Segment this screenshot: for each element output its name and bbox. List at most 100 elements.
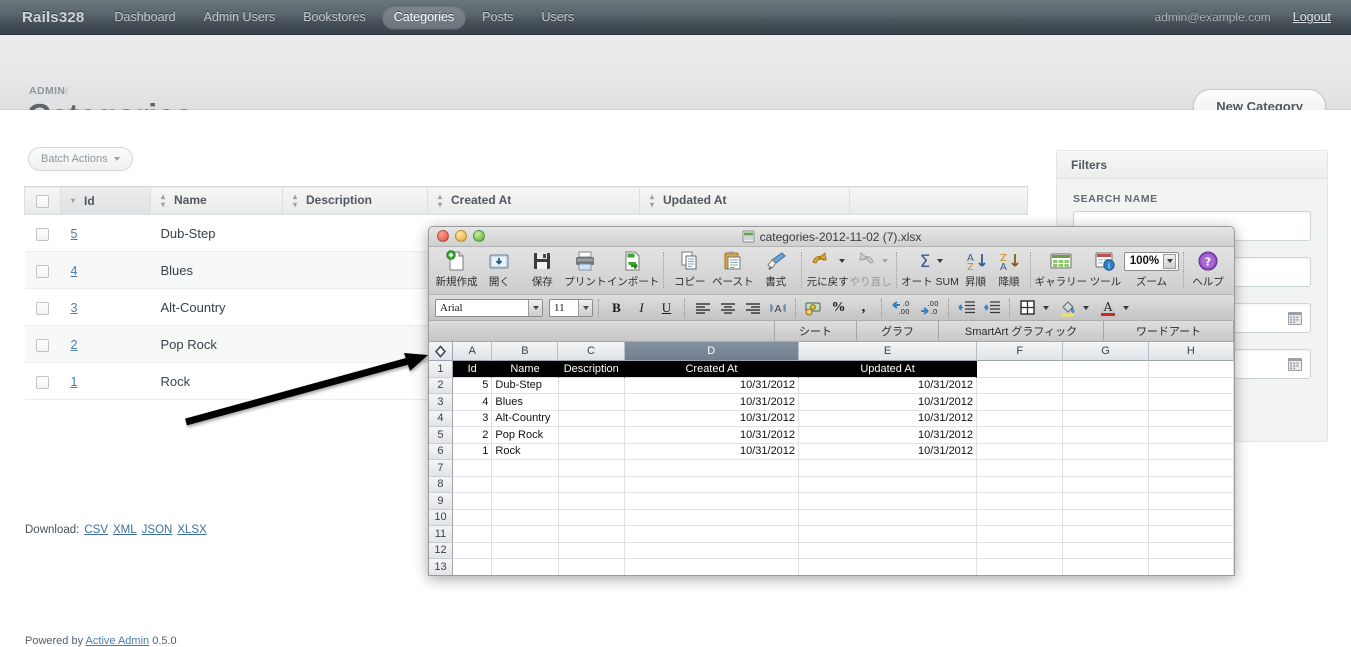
row-header-5[interactable]: 5 (429, 427, 453, 444)
cell-f4[interactable] (977, 410, 1064, 427)
cell-d14[interactable] (625, 576, 799, 577)
select-all-cells-button[interactable] (429, 342, 453, 361)
cell-b6[interactable]: Rock (492, 443, 559, 460)
cell-b11[interactable] (492, 526, 559, 543)
cell-a12[interactable] (452, 542, 493, 559)
cell-c1[interactable]: Description (558, 361, 625, 378)
align-center-icon[interactable] (715, 298, 740, 318)
underline-button[interactable]: U (654, 298, 679, 318)
logout-link[interactable]: Logout (1293, 10, 1331, 24)
tab-sheet[interactable]: シート (775, 321, 857, 341)
download-json-link[interactable]: JSON (142, 524, 173, 536)
cell-e5[interactable]: 10/31/2012 (799, 427, 978, 444)
cell-a11[interactable] (452, 526, 493, 543)
cell-e11[interactable] (799, 526, 978, 543)
cell-h1[interactable] (1148, 361, 1234, 378)
brand-logo[interactable]: Rails328 (22, 9, 84, 26)
cell-a7[interactable] (452, 460, 493, 477)
decrease-indent-icon[interactable] (954, 298, 979, 318)
spreadsheet-grid[interactable]: A B C D E F G H 1 Id Name Description Cr… (429, 342, 1234, 577)
toolbar-import[interactable]: インポート (607, 249, 659, 289)
row-header-9[interactable]: 9 (429, 493, 453, 510)
cell-e3[interactable]: 10/31/2012 (799, 394, 978, 411)
cell-e14[interactable] (799, 576, 977, 577)
row-header-12[interactable]: 12 (429, 542, 453, 559)
cell-e10[interactable] (799, 509, 978, 526)
chevron-down-icon[interactable] (578, 299, 592, 316)
cell-a9[interactable] (452, 493, 493, 510)
align-left-icon[interactable] (690, 298, 715, 318)
cell-c8[interactable] (558, 476, 625, 493)
cell-f14[interactable] (977, 576, 1063, 577)
row-header-1[interactable]: 1 (429, 361, 453, 378)
align-right-icon[interactable] (740, 298, 765, 318)
cell-h8[interactable] (1148, 476, 1234, 493)
row-header-2[interactable]: 2 (429, 377, 453, 394)
column-header-h[interactable]: H (1148, 342, 1234, 361)
toolbar-tools[interactable]: i ツール (1087, 249, 1124, 289)
row-header-14[interactable]: 14 (429, 576, 453, 577)
font-name-select[interactable]: Arial (435, 298, 543, 317)
increase-indent-icon[interactable] (979, 298, 1004, 318)
chevron-down-icon[interactable] (839, 259, 846, 263)
column-header-a[interactable]: A (452, 342, 493, 361)
cell-d1[interactable]: Created At (624, 361, 800, 378)
cell-h9[interactable] (1148, 493, 1234, 510)
fill-color-icon[interactable] (1055, 298, 1080, 318)
cell-f2[interactable] (977, 377, 1064, 394)
cell-g7[interactable] (1063, 460, 1149, 477)
cell-e4[interactable]: 10/31/2012 (799, 410, 978, 427)
column-header-f[interactable]: F (977, 342, 1064, 361)
font-color-icon[interactable]: A (1095, 298, 1120, 318)
row-checkbox[interactable] (36, 338, 49, 352)
cell-f3[interactable] (977, 394, 1064, 411)
column-header-updated-at[interactable]: ▴ ▾ Updated At (639, 186, 850, 215)
toolbar-gallery[interactable]: ギャラリー (1035, 249, 1087, 289)
cell-e2[interactable]: 10/31/2012 (799, 377, 978, 394)
tab-wordart[interactable]: ワードアート (1104, 321, 1234, 341)
tab-smartart[interactable]: SmartArt グラフィック (939, 321, 1104, 341)
text-wrap-icon[interactable]: A (765, 298, 790, 318)
cell-h7[interactable] (1148, 460, 1234, 477)
chevron-down-icon[interactable] (1163, 253, 1177, 269)
cell-d13[interactable] (624, 559, 800, 575)
cell-h14[interactable] (1149, 576, 1234, 577)
toolbar-redo[interactable]: やり直し (849, 249, 892, 289)
nav-item-users[interactable]: Users (529, 5, 586, 29)
cell-f5[interactable] (977, 427, 1064, 444)
font-size-select[interactable]: 11 (549, 298, 593, 317)
column-header-e[interactable]: E (798, 342, 978, 361)
cell-g4[interactable] (1063, 410, 1149, 427)
batch-actions-dropdown[interactable]: Batch Actions (28, 147, 133, 171)
cell-b12[interactable] (492, 542, 559, 559)
nav-item-categories[interactable]: Categories (381, 5, 467, 29)
column-header-description[interactable]: ▴ ▾ Description (282, 186, 428, 215)
cell-g3[interactable] (1063, 394, 1149, 411)
nav-item-dashboard[interactable]: Dashboard (102, 5, 187, 29)
row-header-13[interactable]: 13 (429, 559, 453, 575)
cell-b5[interactable]: Pop Rock (492, 427, 559, 444)
cell-d8[interactable] (624, 476, 800, 493)
close-icon[interactable] (437, 230, 449, 242)
column-header-g[interactable]: G (1063, 342, 1149, 361)
cell-h10[interactable] (1148, 509, 1234, 526)
column-header-created-at[interactable]: ▴ ▾ Created At (427, 186, 640, 215)
calendar-icon[interactable] (1288, 357, 1302, 371)
borders-icon[interactable] (1015, 298, 1040, 318)
cell-g11[interactable] (1063, 526, 1149, 543)
cell-g14[interactable] (1063, 576, 1148, 577)
chevron-down-icon[interactable] (1123, 305, 1129, 310)
cell-c13[interactable] (558, 559, 625, 575)
cell-b8[interactable] (492, 476, 559, 493)
select-all-checkbox[interactable] (36, 194, 49, 208)
cell-g13[interactable] (1063, 559, 1149, 575)
row-checkbox[interactable] (36, 227, 49, 241)
percent-button[interactable]: % (826, 298, 851, 318)
cell-f1[interactable] (977, 361, 1064, 378)
cell-h4[interactable] (1148, 410, 1234, 427)
cell-e7[interactable] (799, 460, 978, 477)
cell-c7[interactable] (558, 460, 625, 477)
row-header-11[interactable]: 11 (429, 526, 453, 543)
toolbar-sort-asc[interactable]: AZ 昇順 (959, 249, 992, 289)
spreadsheet-title-bar[interactable]: categories-2012-11-02 (7).xlsx (429, 227, 1234, 247)
